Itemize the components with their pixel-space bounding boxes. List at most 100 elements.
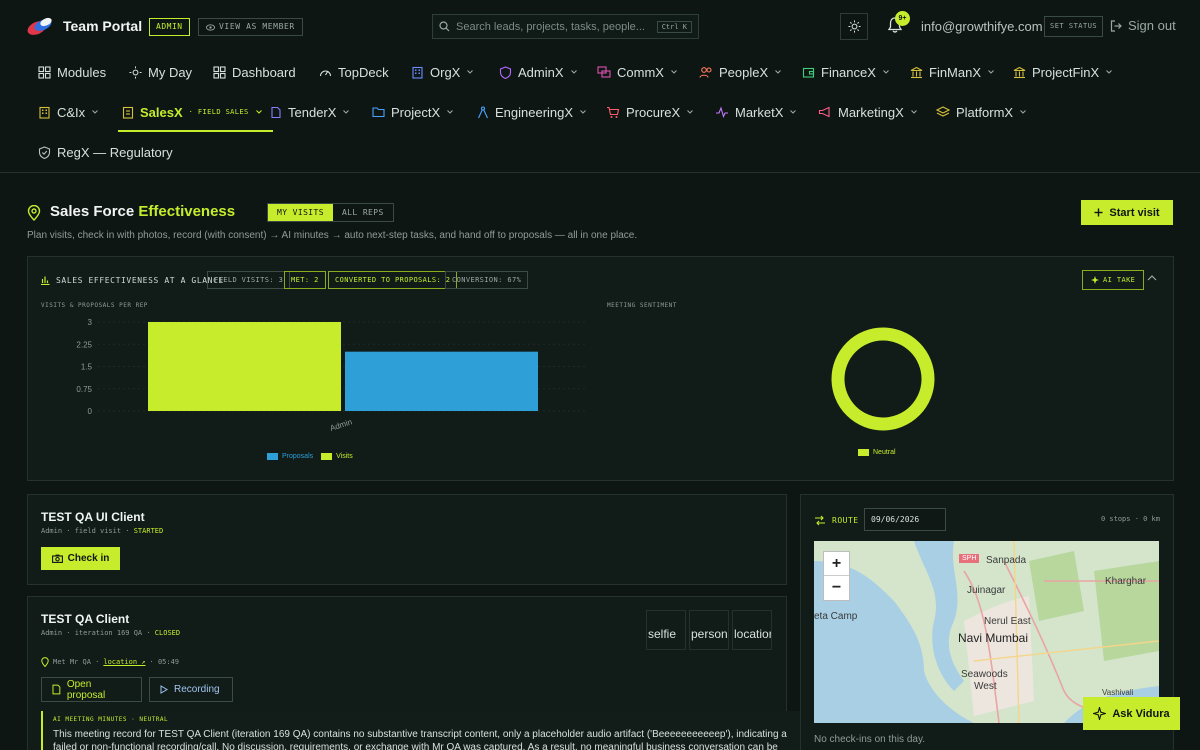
- ask-vidura-button[interactable]: Ask Vidura: [1083, 697, 1180, 730]
- nav-item-adminx[interactable]: AdminX: [499, 52, 578, 92]
- stat-chip-field-visits: FIELD VISITS: 3: [207, 271, 291, 289]
- grid-icon: [38, 65, 51, 79]
- map-label: Navi Mumbai: [958, 631, 1029, 645]
- nav-item-salesx[interactable]: SalesX · FIELD SALES: [118, 92, 273, 132]
- panel-title-text: SALES EFFECTIVENESS AT A GLANCE: [56, 275, 224, 285]
- nav-item-finmanx[interactable]: FinManX: [910, 52, 995, 92]
- location-pin-icon: [41, 657, 49, 667]
- chevron-down-icon: [1106, 70, 1113, 74]
- route-icon: [815, 515, 825, 526]
- route-map[interactable]: + − SPH Sanpada Kharghar Juinagar eta Ca…: [814, 541, 1159, 723]
- compass-icon: [478, 105, 488, 118]
- nav-item-procurex[interactable]: ProcureX: [606, 92, 694, 132]
- nav-item-orgx[interactable]: OrgX: [411, 52, 474, 92]
- tab-my-visits[interactable]: MY VISITS: [268, 204, 333, 221]
- shield-icon: [38, 145, 51, 159]
- zoom-out-button[interactable]: −: [824, 576, 849, 600]
- ask-vidura-label: Ask Vidura: [1112, 707, 1170, 720]
- theme-toggle-button[interactable]: [840, 13, 868, 40]
- route-empty-state: No check-ins on this day.: [814, 734, 925, 745]
- chevron-down-icon: [447, 110, 454, 114]
- nav-item-marketx[interactable]: MarketX: [715, 92, 797, 132]
- nav-label: My Day: [148, 64, 193, 80]
- camera-icon: [51, 554, 63, 563]
- nav-item-financex[interactable]: FinanceX: [802, 52, 890, 92]
- start-visit-button[interactable]: Start visit: [1081, 200, 1173, 225]
- chevron-down-icon: [687, 110, 694, 114]
- open-proposal-label: Open proposal: [66, 678, 106, 701]
- zoom-in-button[interactable]: +: [824, 552, 849, 576]
- grid-icon: [213, 65, 226, 79]
- nav-row-1: Modules My Day Dashboard TopDeck OrgX Ad…: [0, 52, 1200, 92]
- nav-item-topdeck[interactable]: TopDeck: [319, 52, 389, 92]
- sun-icon: [847, 20, 861, 33]
- logo-icon[interactable]: [26, 16, 54, 36]
- route-date-input[interactable]: [864, 508, 946, 531]
- route-stops-summary: 0 stops · 0 km: [1100, 515, 1160, 523]
- nav-item-peoplex[interactable]: PeopleX: [699, 52, 782, 92]
- location-link[interactable]: location ↗: [103, 658, 145, 666]
- nav-item-projectfinx[interactable]: ProjectFinX: [1013, 52, 1113, 92]
- nav-label: RegX — Regulatory: [57, 144, 173, 160]
- nav-item-projectx[interactable]: ProjectX: [372, 92, 454, 132]
- plus-icon: [1094, 208, 1103, 217]
- sparkle-icon: [1093, 707, 1107, 720]
- map-label: Vashivali: [1102, 688, 1134, 697]
- chevron-down-icon: [255, 110, 262, 114]
- stat-chip-converted: CONVERTED TO PROPOSALS: 2: [328, 271, 458, 289]
- sign-out-label: Sign out: [1128, 18, 1176, 33]
- gauge-icon: [319, 70, 332, 76]
- selfie-thumbnail[interactable]: selfie: [646, 610, 686, 650]
- legend-label-neutral: Neutral: [873, 449, 896, 456]
- user-email: info@growthifye.com: [921, 19, 1043, 34]
- nav-item-regx[interactable]: RegX — Regulatory: [38, 132, 173, 172]
- tab-all-reps[interactable]: ALL REPS: [333, 204, 393, 221]
- donut-legend: Neutral: [858, 449, 896, 456]
- nav-item-my-day[interactable]: My Day: [129, 52, 192, 92]
- nav-item-marketingx[interactable]: MarketingX: [818, 92, 918, 132]
- visit-card: TEST QA Client Admin · iteration 169 QA …: [27, 596, 801, 750]
- view-as-member-button[interactable]: VIEW AS MEMBER: [198, 18, 303, 36]
- check-in-label: Check in: [67, 553, 110, 564]
- global-search[interactable]: Ctrl K: [432, 14, 699, 39]
- nav-item-commx[interactable]: CommX: [597, 52, 678, 92]
- minutes-label: AI MEETING MINUTES · NEUTRAL: [53, 716, 169, 723]
- recording-button[interactable]: Recording: [149, 677, 233, 702]
- brand-title[interactable]: Team Portal: [63, 18, 142, 34]
- ai-take-label: AI TAKE: [1103, 276, 1136, 284]
- set-status-button[interactable]: SET STATUS: [1044, 16, 1104, 37]
- nav-label: AdminX: [518, 64, 564, 80]
- visit-client-name: TEST QA Client: [41, 612, 130, 626]
- chevron-down-icon: [92, 110, 99, 114]
- nav-label: PeopleX: [719, 64, 769, 80]
- chevron-down-icon: [883, 70, 889, 74]
- person-thumbnail[interactable]: person: [689, 610, 729, 650]
- sun-icon: [129, 65, 142, 79]
- bar-chart-legend: Proposals Visits: [267, 453, 353, 460]
- open-proposal-button[interactable]: Open proposal: [41, 677, 142, 702]
- visit-meta: Admin · field visit · STARTED: [41, 527, 163, 535]
- view-as-member-label: VIEW AS MEMBER: [219, 22, 295, 31]
- bank-icon: [910, 66, 923, 78]
- ai-take-button[interactable]: AI TAKE: [1082, 270, 1145, 290]
- chevron-up-icon[interactable]: [1147, 274, 1157, 282]
- check-in-button[interactable]: Check in: [41, 547, 120, 570]
- nav-item-platformx[interactable]: PlatformX: [936, 92, 1027, 132]
- nav-label: ProjectFinX: [1032, 64, 1100, 80]
- stat-chip-conversion: CONVERSION: 67%: [445, 271, 529, 289]
- visits-proposals-bar-chart: 3 2.25 1.5 0.75 0 Admin: [76, 318, 588, 433]
- nav-item-dashboard[interactable]: Dashboard: [213, 52, 296, 92]
- search-input[interactable]: [456, 20, 646, 33]
- minutes-text: This meeting record for TEST QA Client (…: [53, 729, 787, 750]
- nav-divider: [0, 172, 1200, 173]
- map-label: Sanpada: [986, 555, 1027, 566]
- nav-label: PlatformX: [956, 104, 1014, 120]
- nav-item-modules[interactable]: Modules: [38, 52, 106, 92]
- page-tagline: Plan visits, check in with photos, recor…: [27, 230, 638, 241]
- nav-item-tenderx[interactable]: TenderX: [270, 92, 350, 132]
- nav-item-cix[interactable]: C&Ix: [38, 92, 99, 132]
- location-thumbnail[interactable]: location: [732, 610, 772, 650]
- sign-out-button[interactable]: Sign out: [1110, 18, 1176, 33]
- nav-item-engineeringx[interactable]: EngineeringX: [477, 92, 587, 132]
- visit-met-line: Met Mr QA · location ↗ · 05:49: [41, 657, 179, 667]
